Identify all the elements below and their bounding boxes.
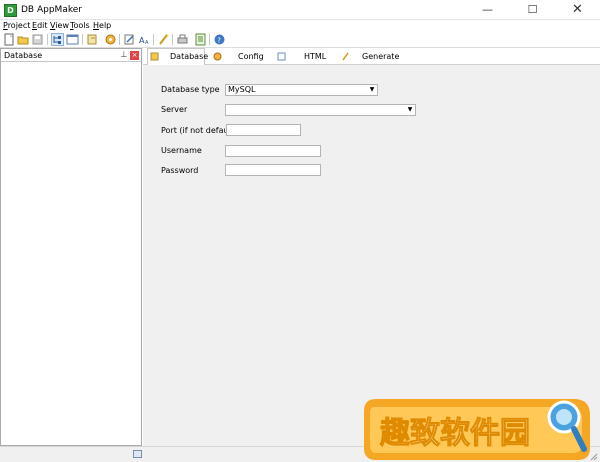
- new-icon[interactable]: [3, 33, 16, 46]
- username-field[interactable]: [225, 145, 321, 157]
- toolbar-separator: [153, 34, 154, 45]
- username-label: Username: [161, 146, 202, 155]
- menu-edit[interactable]: Edit: [32, 21, 48, 31]
- tab-database[interactable]: Database: [170, 49, 208, 65]
- main-area: Database Config HTML Generate Database t…: [143, 48, 600, 446]
- port-field[interactable]: [226, 124, 301, 136]
- chevron-down-icon: ▼: [369, 86, 375, 93]
- import-icon[interactable]: [86, 33, 99, 46]
- password-field[interactable]: [225, 164, 321, 176]
- package-icon[interactable]: [104, 33, 117, 46]
- tab-config[interactable]: Config: [238, 49, 264, 65]
- close-button[interactable]: ✕: [555, 0, 600, 20]
- menu-project[interactable]: Project: [3, 21, 30, 31]
- tab-strip: Database Config HTML Generate: [143, 48, 600, 66]
- toolbar-separator: [82, 34, 83, 45]
- menu-bar: Project Edit View Tools Help: [0, 20, 600, 32]
- open-icon[interactable]: [17, 33, 30, 46]
- font-icon[interactable]: AA: [138, 33, 151, 46]
- toolbar-separator: [47, 34, 48, 45]
- database-icon: [150, 52, 159, 61]
- html-icon: [277, 52, 286, 61]
- database-type-select[interactable]: MySQL ▼: [225, 84, 378, 96]
- toolbar-separator: [209, 34, 210, 45]
- toolbar: AA ?: [0, 32, 600, 48]
- app-icon: D: [4, 4, 17, 17]
- config-icon: [213, 52, 222, 61]
- minimize-button[interactable]: —: [465, 0, 510, 20]
- svg-text:?: ?: [217, 37, 221, 45]
- maximize-button[interactable]: ☐: [510, 0, 555, 20]
- window-title: DB AppMaker: [21, 5, 82, 15]
- panel-title: Database: [4, 51, 43, 60]
- tab-html[interactable]: HTML: [304, 49, 326, 65]
- document-icon[interactable]: [194, 33, 207, 46]
- save-icon[interactable]: [31, 33, 44, 46]
- panel-header: Database ⊥ ×: [1, 49, 141, 62]
- svg-text:A: A: [145, 40, 149, 46]
- status-icon: [133, 450, 142, 458]
- toolbar-separator: [172, 34, 173, 45]
- tab-generate[interactable]: Generate: [362, 49, 399, 65]
- menu-help[interactable]: Help: [93, 21, 111, 31]
- title-bar: D DB AppMaker — ☐ ✕: [0, 0, 600, 20]
- password-label: Password: [161, 166, 199, 175]
- wand-icon[interactable]: [157, 33, 170, 46]
- help-icon[interactable]: ?: [213, 33, 226, 46]
- edit-icon[interactable]: [123, 33, 136, 46]
- menu-view[interactable]: View: [50, 21, 69, 31]
- server-label: Server: [161, 105, 188, 114]
- watermark-logo: 趣致软件园: [362, 393, 598, 462]
- database-type-value: MySQL: [228, 85, 256, 94]
- chevron-down-icon: ▼: [407, 106, 413, 113]
- window-icon[interactable]: [66, 33, 79, 46]
- generate-icon: [342, 52, 349, 61]
- toolbar-separator: [119, 34, 120, 45]
- connection-form: Database type MySQL ▼ Server ▼ Port (if …: [143, 65, 600, 446]
- tree-icon[interactable]: [51, 33, 64, 46]
- menu-tools[interactable]: Tools: [70, 21, 90, 31]
- panel-close-icon[interactable]: ×: [130, 51, 139, 60]
- print-icon[interactable]: [176, 33, 189, 46]
- server-select[interactable]: ▼: [225, 104, 416, 116]
- database-type-label: Database type: [161, 85, 220, 94]
- database-panel: Database ⊥ ×: [0, 48, 142, 446]
- watermark-text: 趣致软件园: [380, 416, 530, 451]
- pin-icon[interactable]: ⊥: [119, 50, 129, 60]
